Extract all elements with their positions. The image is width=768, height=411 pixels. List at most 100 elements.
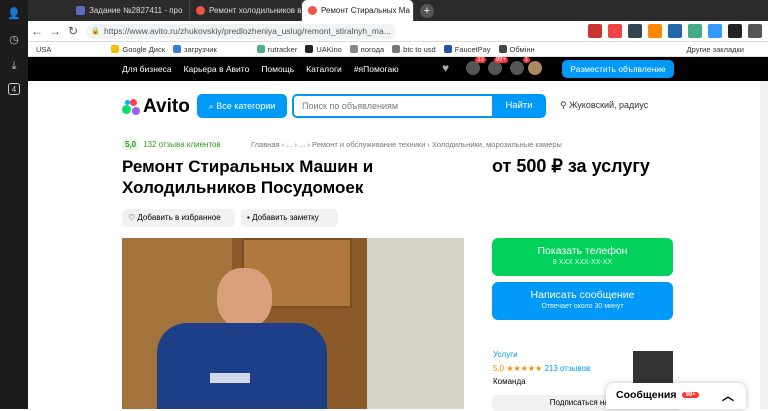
- breadcrumb[interactable]: Главная › ... › ... › Ремонт и обслужива…: [251, 140, 562, 149]
- badge: 12: [475, 57, 486, 63]
- url-field[interactable]: https://www.avito.ru/zhukovskiy/predlozh…: [86, 24, 396, 39]
- chevron-up-icon[interactable]: ︿: [722, 387, 734, 404]
- bookmark-label: загрузчик: [184, 45, 217, 54]
- seller-avatar[interactable]: [633, 351, 673, 385]
- all-categories-button[interactable]: ⌕ Все категории: [197, 94, 287, 118]
- search-input[interactable]: Поиск по объявлениям: [292, 94, 496, 118]
- link-help[interactable]: Помощь: [261, 64, 294, 74]
- bookmark-exchange[interactable]: Обмінн: [499, 45, 535, 54]
- button-label: Добавить в избранное: [137, 213, 220, 222]
- link-catalogs[interactable]: Каталоги: [306, 64, 342, 74]
- seller-type: Команда: [493, 377, 526, 386]
- seller-stars: 5,0 ★★★★★: [493, 364, 542, 373]
- logo-text: Avito: [143, 96, 190, 118]
- search-placeholder: Поиск по объявлениям: [302, 101, 398, 111]
- find-button[interactable]: Найти: [492, 94, 546, 118]
- link-career[interactable]: Карьера в Авито: [184, 64, 250, 74]
- add-to-favorites-button[interactable]: ♡ Добавить в избранное: [122, 209, 235, 227]
- reviews-link[interactable]: 132 отзыва клиентов: [143, 140, 221, 149]
- rating-score: 5,0: [122, 139, 139, 150]
- bookmark-btc[interactable]: btc to usd: [392, 45, 436, 54]
- tab-2[interactable]: Ремонт холодильников в: [190, 0, 302, 21]
- badge: 99+: [494, 57, 508, 63]
- messages-panel[interactable]: Сообщения 99+ ︿: [606, 383, 746, 409]
- price: от 500 ₽ за услугу: [492, 156, 650, 177]
- extension-icon[interactable]: [688, 24, 702, 38]
- seller-rating-row: 5,0 132 отзыва клиентов: [122, 139, 231, 150]
- bookmark-loader[interactable]: загрузчик: [173, 45, 217, 54]
- bookmark-label: btc to usd: [403, 45, 436, 54]
- bookmark-label: погода: [361, 45, 384, 54]
- history-icon[interactable]: ◷: [5, 31, 23, 49]
- bookmark-faucetpay[interactable]: FaucetPay: [444, 45, 491, 54]
- bookmark-label: FaucetPay: [455, 45, 491, 54]
- browser-sidebar: 👤 ◷ ⤓ 4: [0, 0, 28, 409]
- bookmark-label: Обмінн: [510, 45, 535, 54]
- bookmark-rutracker[interactable]: rutracker: [257, 45, 298, 54]
- tabs-count-icon[interactable]: 4: [8, 83, 20, 95]
- post-ad-button[interactable]: Разместить объявление: [562, 60, 674, 78]
- location-selector[interactable]: ⚲ Жуковский, радиус: [560, 100, 648, 111]
- seller-name[interactable]: Услуги: [493, 350, 518, 359]
- bookmark-uakino[interactable]: UAKino: [305, 45, 341, 54]
- messages-icon[interactable]: 99+: [488, 61, 502, 75]
- tab-label: Ремонт Стиральных Ма: [321, 6, 410, 15]
- extension-icon[interactable]: [608, 24, 622, 38]
- button-label: Все категории: [216, 101, 275, 111]
- menu-icon[interactable]: [748, 24, 762, 38]
- avatar[interactable]: [528, 61, 542, 75]
- tab-3-active[interactable]: Ремонт Стиральных Ма✕: [302, 0, 414, 21]
- search-icon: [392, 45, 400, 53]
- extension-icon[interactable]: [628, 24, 642, 38]
- notifications-icon[interactable]: 1: [510, 61, 524, 75]
- avito-favicon-icon: [308, 6, 317, 15]
- tab-favicon-icon: [76, 6, 85, 15]
- downloads-icon[interactable]: ⤓: [5, 57, 23, 75]
- messages-label: Сообщения: [616, 389, 677, 401]
- tab-bar: Задание №2827411 - про Ремонт холодильни…: [28, 0, 768, 21]
- bookmark-usa[interactable]: USA: [36, 45, 51, 54]
- heart-icon[interactable]: ♥: [442, 61, 456, 75]
- profile-icon[interactable]: 👤: [5, 5, 23, 23]
- write-message-button[interactable]: Написать сообщение Отвечает около 30 мин…: [492, 282, 673, 320]
- extension-icon[interactable]: [588, 24, 602, 38]
- extension-icon[interactable]: [708, 24, 722, 38]
- badge: 1: [523, 57, 530, 63]
- bookmarks-bar: USA Google Диск загрузчик rutracker UAKi…: [28, 42, 768, 57]
- location-pin-icon: ⚲: [560, 100, 569, 110]
- messages-badge: 99+: [682, 392, 698, 398]
- avito-logo-icon: [122, 99, 140, 115]
- new-tab-button[interactable]: +: [420, 4, 434, 18]
- bookmark-weather[interactable]: погода: [350, 45, 384, 54]
- extension-icon[interactable]: [728, 24, 742, 38]
- listing-photo[interactable]: [122, 238, 464, 409]
- bookmark-google-drive[interactable]: Google Диск: [111, 45, 165, 54]
- page-title: Ремонт Стиральных Машин и Холодильников …: [122, 156, 462, 198]
- avito-favicon-icon: [196, 6, 205, 15]
- add-note-button[interactable]: ▪ Добавить заметку: [241, 209, 338, 227]
- seller-reviews-link[interactable]: 213 отзывов: [544, 364, 590, 373]
- back-icon[interactable]: ←: [28, 24, 46, 38]
- exchange-icon: [499, 45, 507, 53]
- bookmark-label: USA: [36, 45, 51, 54]
- favorites-icon[interactable]: 12: [466, 61, 480, 75]
- other-bookmarks[interactable]: Другие закладки: [687, 45, 744, 54]
- phone-mask: 8 XXX XXX-XX-XX: [492, 259, 673, 266]
- location-label: Жуковский, радиус: [569, 100, 648, 110]
- button-label: Написать сообщение: [492, 289, 673, 301]
- reload-icon[interactable]: ↻: [64, 24, 82, 38]
- extension-icon[interactable]: [648, 24, 662, 38]
- link-business[interactable]: Для бизнеса: [122, 64, 172, 74]
- tab-label: Задание №2827411 - про: [89, 6, 182, 15]
- scrollbar[interactable]: [760, 81, 768, 409]
- bookmark-label: UAKino: [316, 45, 341, 54]
- show-phone-button[interactable]: Показать телефон 8 XXX XXX-XX-XX: [492, 238, 673, 276]
- forward-icon[interactable]: →: [46, 24, 64, 38]
- bookmark-label: rutracker: [268, 45, 298, 54]
- button-label: Показать телефон: [492, 245, 673, 257]
- link-ihelp[interactable]: #яПомогаю: [354, 64, 399, 74]
- extension-icon[interactable]: [668, 24, 682, 38]
- rutracker-icon: [257, 45, 265, 53]
- avito-logo[interactable]: Avito: [122, 96, 190, 118]
- tab-1[interactable]: Задание №2827411 - про: [70, 0, 190, 21]
